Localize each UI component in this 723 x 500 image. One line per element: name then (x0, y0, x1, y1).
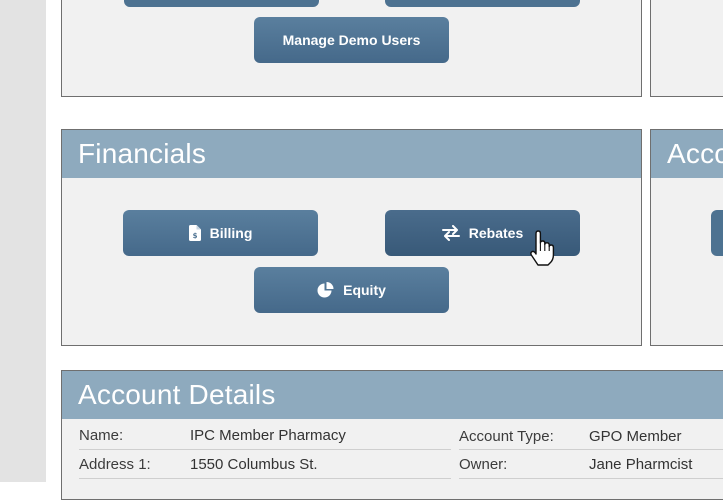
name-label: Name: (79, 427, 124, 444)
financials-panel: Financials $ Billing Rebates Equity (61, 129, 642, 346)
pie-chart-icon (317, 281, 334, 299)
address-1-label: Address 1: (79, 456, 151, 473)
account-panel-title: Acco (651, 130, 723, 178)
billing-button[interactable]: $ Billing (123, 210, 318, 256)
admin-button-right-stub[interactable] (385, 0, 580, 7)
top-right-panel (650, 0, 723, 97)
admin-panel: Manage Demo Users (61, 0, 642, 97)
row-divider (79, 478, 451, 479)
row-divider (459, 478, 723, 479)
owner-value: Jane Pharmcist (589, 456, 693, 473)
account-type-value: GPO Member (589, 428, 682, 445)
equity-button[interactable]: Equity (254, 267, 449, 313)
account-panel-partial: Acco (650, 129, 723, 346)
address-1-value: 1550 Columbus St. (190, 456, 318, 473)
account-details-panel: Account Details Name: IPC Member Pharmac… (61, 370, 723, 500)
row-divider (459, 449, 723, 450)
rebates-label: Rebates (468, 225, 524, 241)
svg-text:$: $ (192, 232, 197, 240)
row-divider (79, 449, 451, 450)
exchange-arrows-icon (441, 225, 460, 241)
manage-demo-users-label: Manage Demo Users (282, 32, 421, 48)
equity-label: Equity (343, 282, 386, 298)
file-invoice-icon: $ (188, 225, 201, 241)
billing-label: Billing (209, 225, 253, 241)
owner-label: Owner: (459, 456, 508, 473)
left-rail (0, 0, 46, 482)
account-panel-button-stub[interactable] (711, 210, 723, 256)
account-details-title: Account Details (62, 371, 723, 419)
manage-demo-users-button[interactable]: Manage Demo Users (254, 17, 449, 63)
admin-button-left-stub[interactable] (124, 0, 319, 7)
account-type-label: Account Type: (459, 428, 554, 445)
name-value: IPC Member Pharmacy (190, 427, 346, 444)
financials-title: Financials (62, 130, 641, 178)
rebates-button[interactable]: Rebates (385, 210, 580, 256)
account-details-table: Name: IPC Member Pharmacy Account Type: … (62, 419, 723, 499)
